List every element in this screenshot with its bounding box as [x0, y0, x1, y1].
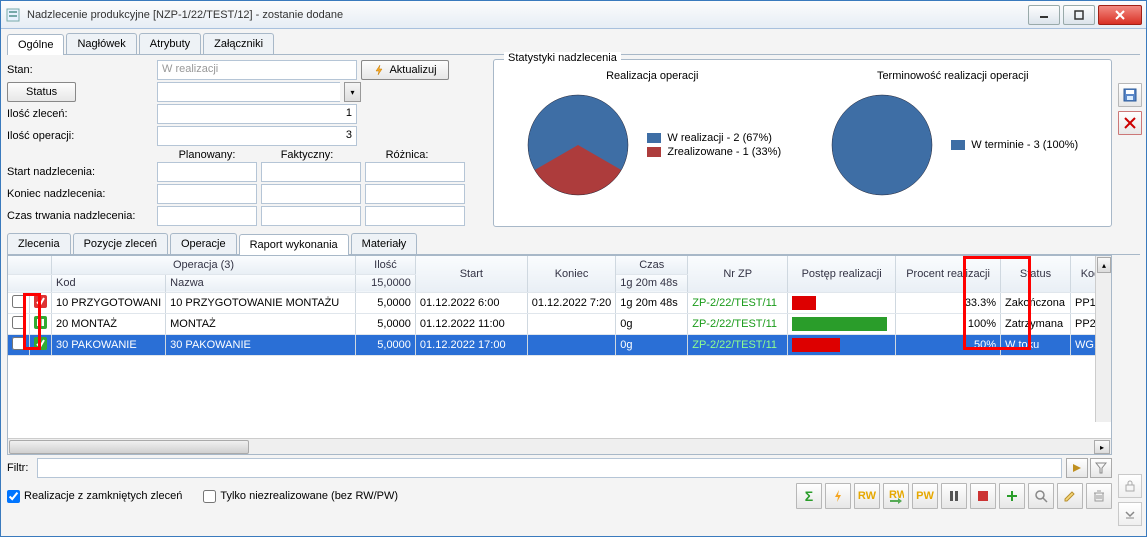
col-koniec[interactable]: Koniec	[527, 256, 616, 292]
titlebar: Nadzlecenie produkcyjne [NZP-1/22/TEST/1…	[1, 1, 1146, 29]
sum-icon[interactable]: Σ	[796, 483, 822, 509]
start-plan-input[interactable]	[157, 162, 257, 182]
trash-icon[interactable]	[1086, 483, 1112, 509]
col-nazwa[interactable]: Nazwa	[166, 274, 356, 292]
start-rozn-input[interactable]	[365, 162, 465, 182]
lock-icon[interactable]	[1118, 474, 1142, 498]
chart2-title: Terminowość realizacji operacji	[877, 70, 1029, 82]
czas-rozn-input[interactable]	[365, 206, 465, 226]
pause-icon[interactable]	[941, 483, 967, 509]
col-group-operacja[interactable]: Operacja (3)	[52, 256, 356, 274]
legend-item: Zrealizowane - 1 (33%)	[647, 146, 781, 158]
zoom-icon[interactable]	[1028, 483, 1054, 509]
save-icon[interactable]	[1118, 83, 1142, 107]
legend-item: W realizacji - 2 (67%)	[647, 132, 781, 144]
planowany-header: Planowany:	[157, 149, 257, 161]
stats-box-title: Statystyki nadzlecenia	[504, 52, 621, 64]
highlight-status-column	[963, 256, 1031, 350]
subtab-operacje[interactable]: Operacje	[170, 233, 237, 254]
ilosc-sum: 15,0000	[356, 274, 416, 292]
pie-chart-realizacja	[523, 90, 633, 200]
col-start[interactable]: Start	[415, 256, 527, 292]
tab-ogolne[interactable]: Ogólne	[7, 34, 64, 55]
filter-label: Filtr:	[7, 462, 37, 474]
col-nrzp[interactable]: Nr ZP	[688, 256, 788, 292]
highlight-status-icons	[23, 293, 41, 350]
collapse-icon[interactable]	[1118, 502, 1142, 526]
subtab-pozycje[interactable]: Pozycje zleceń	[73, 233, 168, 254]
subtab-raport[interactable]: Raport wykonania	[239, 234, 349, 255]
col-group-ilosc[interactable]: Ilość	[356, 256, 416, 274]
table-row[interactable]: 10 PRZYGOTOWANI10 PRZYGOTOWANIE MONTAŻU5…	[8, 292, 1111, 313]
maximize-button[interactable]	[1063, 5, 1095, 25]
chart1-title: Realizacja operacji	[606, 70, 698, 82]
add-icon[interactable]	[999, 483, 1025, 509]
roznica-header: Różnica:	[357, 149, 457, 161]
start-label: Start nadzlecenia:	[7, 166, 157, 178]
koniec-rozn-input[interactable]	[365, 184, 465, 204]
koniec-plan-input[interactable]	[157, 184, 257, 204]
chevron-down-icon[interactable]: ▾	[344, 82, 361, 102]
col-postep[interactable]: Postęp realizacji	[788, 256, 896, 292]
realizacje-zamkniete-checkbox[interactable]: Realizacje z zamkniętych zleceń	[7, 490, 182, 503]
tab-atrybuty[interactable]: Atrybuty	[139, 33, 201, 54]
rw-arrow-icon[interactable]: RW	[883, 483, 909, 509]
ilosc-zlecen-value: 1	[157, 104, 357, 124]
col-kod[interactable]: Kod	[52, 274, 166, 292]
stan-value: W realizacji	[157, 60, 357, 80]
subtab-materialy[interactable]: Materiały	[351, 233, 418, 254]
czas-fakt-input[interactable]	[261, 206, 361, 226]
svg-text:RW: RW	[889, 489, 904, 501]
stop-icon[interactable]	[970, 483, 996, 509]
ilosc-operacji-value: 3	[157, 126, 357, 146]
tab-naglowek[interactable]: Nagłówek	[66, 33, 136, 54]
col-czas[interactable]: Czas	[616, 256, 688, 274]
window-title: Nadzlecenie produkcyjne [NZP-1/22/TEST/1…	[27, 9, 1028, 21]
czas-sum: 1g 20m 48s	[616, 274, 688, 292]
lightning-icon	[373, 64, 385, 76]
horizontal-scrollbar[interactable]: ▸	[8, 438, 1111, 454]
subtab-zlecenia[interactable]: Zlecenia	[7, 233, 71, 254]
ilosc-operacji-label: Ilość operacji:	[7, 130, 157, 142]
pie-chart-terminowosc	[827, 90, 937, 200]
filter-build-icon[interactable]	[1090, 458, 1112, 478]
legend-item: W terminie - 3 (100%)	[951, 139, 1078, 151]
table-row[interactable]: 30 PAKOWANIE30 PAKOWANIE5,000001.12.2022…	[8, 334, 1111, 355]
aktualizuj-button[interactable]: Aktualizuj	[361, 60, 449, 80]
close-button[interactable]	[1098, 5, 1142, 25]
koniec-label: Koniec nadzlecenia:	[7, 188, 157, 200]
filter-run-icon[interactable]	[1066, 458, 1088, 478]
stan-label: Stan:	[7, 64, 157, 76]
sub-tabs: Zlecenia Pozycje zleceń Operacje Raport …	[7, 233, 1140, 255]
pw-icon[interactable]: PW	[912, 483, 938, 509]
rw-yellow-icon[interactable]: RW	[854, 483, 880, 509]
koniec-fakt-input[interactable]	[261, 184, 361, 204]
filter-input[interactable]	[37, 458, 1062, 478]
faktyczny-header: Faktyczny:	[257, 149, 357, 161]
status-dropdown-value[interactable]	[157, 82, 340, 102]
tylko-niezrealizowane-checkbox[interactable]: Tylko niezrealizowane (bez RW/PW)	[203, 490, 398, 503]
app-icon	[5, 7, 21, 23]
edit-icon[interactable]	[1057, 483, 1083, 509]
status-button[interactable]: Status	[7, 82, 76, 102]
czas-label: Czas trwania nadzlecenia:	[7, 210, 157, 222]
lightning-icon[interactable]	[825, 483, 851, 509]
start-fakt-input[interactable]	[261, 162, 361, 182]
ilosc-zlecen-label: Ilość zleceń:	[7, 108, 157, 120]
czas-plan-input[interactable]	[157, 206, 257, 226]
minimize-button[interactable]	[1028, 5, 1060, 25]
vertical-scrollbar[interactable]: ▴	[1095, 256, 1111, 422]
table-row[interactable]: 20 MONTAŻMONTAŻ5,000001.12.2022 11:000gZ…	[8, 313, 1111, 334]
tab-zalaczniki[interactable]: Załączniki	[203, 33, 274, 54]
close-icon[interactable]	[1118, 111, 1142, 135]
